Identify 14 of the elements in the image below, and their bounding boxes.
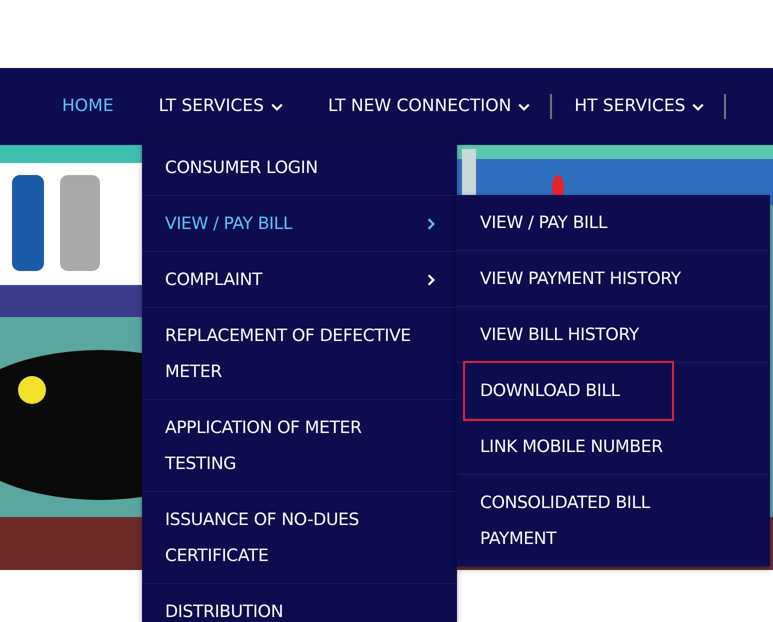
submenu-item[interactable]: CONSOLIDATED BILL PAYMENT xyxy=(457,475,770,567)
submenu-item[interactable]: DOWNLOAD BILL xyxy=(465,363,672,419)
chevron-right-icon xyxy=(425,218,437,230)
submenu-item[interactable]: VIEW PAYMENT HISTORY xyxy=(457,251,770,307)
chevron-right-icon xyxy=(425,274,437,286)
nav-link[interactable]: LT SERVICES xyxy=(158,94,283,120)
menu-item[interactable]: CONSUMER LOGIN xyxy=(142,140,457,196)
submenu-item[interactable]: VIEW BILL HISTORY xyxy=(457,307,770,363)
menu-item[interactable]: DISTRIBUTION xyxy=(142,584,457,622)
submenu-item[interactable]: LINK MOBILE NUMBER xyxy=(457,419,770,475)
nav-link[interactable]: LT NEW CONNECTION xyxy=(328,94,552,120)
nav-link[interactable]: HOME xyxy=(62,94,114,120)
nav-link[interactable]: HT SERVICES xyxy=(574,94,726,120)
submenu-item[interactable]: VIEW / PAY BILL xyxy=(457,195,770,251)
